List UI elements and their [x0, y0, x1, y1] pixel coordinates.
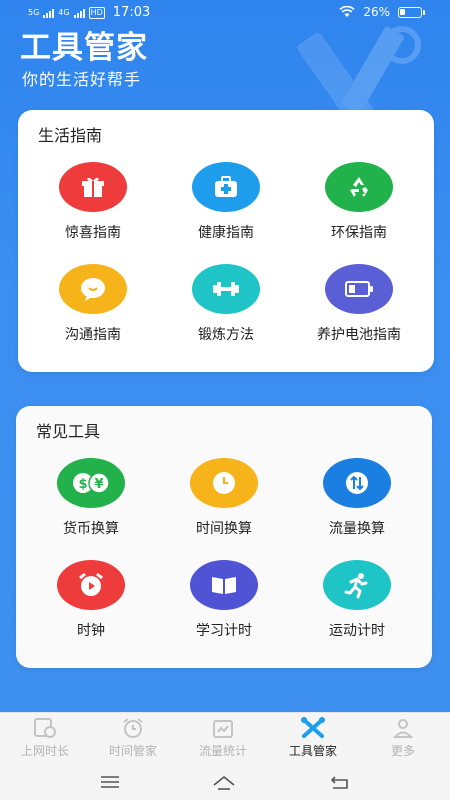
tool-label: 健康指南: [198, 225, 254, 241]
bottom-tab-bar: 上网时长 时间管家 流量统计 工具管家 更多: [0, 712, 450, 766]
data-transfer-icon: [323, 458, 391, 508]
signal-icon: [43, 8, 55, 18]
dumbbell-icon: [192, 264, 260, 314]
battery-care-guide-item[interactable]: 养护电池指南: [294, 264, 424, 344]
gift-icon: [59, 162, 127, 212]
life-guide-card: 生活指南 惊喜指南 健康指南 环保指南 沟通指南 锻炼方法 养护电池指南: [18, 110, 434, 372]
clock-item[interactable]: 时钟: [26, 560, 156, 640]
communication-guide-item[interactable]: 沟通指南: [28, 264, 158, 344]
battery-icon: [325, 264, 393, 314]
life-guide-title: 生活指南: [38, 126, 103, 145]
surprise-guide-item[interactable]: 惊喜指南: [28, 162, 158, 242]
tab-online-duration[interactable]: 上网时长: [0, 717, 90, 759]
network-5g-label: 5G: [28, 7, 40, 17]
tab-time-manager[interactable]: 时间管家: [88, 717, 178, 759]
page-title: 工具管家: [20, 30, 148, 66]
time-converter-item[interactable]: 时间换算: [159, 458, 289, 538]
medical-kit-icon: [192, 162, 260, 212]
recycle-icon: [325, 162, 393, 212]
tool-label: 学习计时: [196, 623, 252, 639]
tool-label: 惊喜指南: [65, 225, 121, 241]
data-stats-icon: [178, 717, 268, 739]
back-icon[interactable]: [326, 772, 354, 792]
study-timer-item[interactable]: 学习计时: [159, 560, 289, 640]
status-time: 17:03: [112, 5, 151, 20]
currency-converter-item[interactable]: $ ¥ 货币换算: [26, 458, 156, 538]
tab-label: 更多: [390, 744, 415, 758]
health-guide-item[interactable]: 健康指南: [161, 162, 291, 242]
home-icon[interactable]: [210, 772, 238, 792]
tools-icon: [268, 717, 358, 739]
tool-label: 环保指南: [331, 225, 387, 241]
menu-icon[interactable]: [96, 772, 124, 792]
system-nav-bar: [0, 766, 450, 800]
hd-badge: HD: [88, 6, 105, 19]
network-4g-label: 4G: [58, 7, 70, 17]
calendar-clock-icon: [0, 717, 90, 739]
common-tools-title: 常见工具: [36, 422, 101, 441]
tool-label: 锻炼方法: [198, 327, 254, 343]
tab-more[interactable]: 更多: [358, 717, 448, 759]
tool-label: 时钟: [77, 623, 105, 639]
currency-exchange-icon: $ ¥: [57, 458, 125, 508]
alarm-clock-icon: [57, 560, 125, 610]
tool-label: 时间换算: [196, 521, 252, 537]
data-converter-item[interactable]: 流量换算: [292, 458, 422, 538]
chat-bubble-icon: [59, 264, 127, 314]
battery-percent: 26%: [363, 5, 390, 19]
clock-icon: [190, 458, 258, 508]
signal-icon: [73, 8, 85, 18]
running-icon: [323, 560, 391, 610]
svg-text:¥: ¥: [94, 477, 103, 492]
common-tools-card: 常见工具 $ ¥ 货币换算 时间换算 流量换算 时钟 学习计时 运动计时: [16, 406, 432, 668]
tab-label: 流量统计: [198, 744, 247, 758]
tab-label: 工具管家: [288, 744, 337, 758]
tool-label: 运动计时: [329, 623, 385, 639]
tab-tool-manager[interactable]: 工具管家: [268, 717, 358, 759]
tab-data-stats[interactable]: 流量统计: [178, 717, 268, 759]
tool-label: 流量换算: [329, 521, 385, 537]
user-icon: [358, 717, 448, 739]
tab-label: 时间管家: [108, 744, 157, 758]
battery-icon: [398, 6, 425, 18]
svg-text:$: $: [78, 477, 87, 492]
exercise-method-item[interactable]: 锻炼方法: [161, 264, 291, 344]
page-subtitle: 你的生活好帮手: [22, 70, 142, 89]
eco-guide-item[interactable]: 环保指南: [294, 162, 424, 242]
tool-label: 养护电池指南: [317, 327, 401, 343]
book-icon: [190, 560, 258, 610]
tool-label: 货币换算: [63, 521, 119, 537]
tool-label: 沟通指南: [65, 327, 121, 343]
tab-label: 上网时长: [20, 744, 69, 758]
alarm-icon: [88, 717, 178, 739]
sport-timer-item[interactable]: 运动计时: [292, 560, 422, 640]
wifi-icon: [339, 6, 355, 17]
